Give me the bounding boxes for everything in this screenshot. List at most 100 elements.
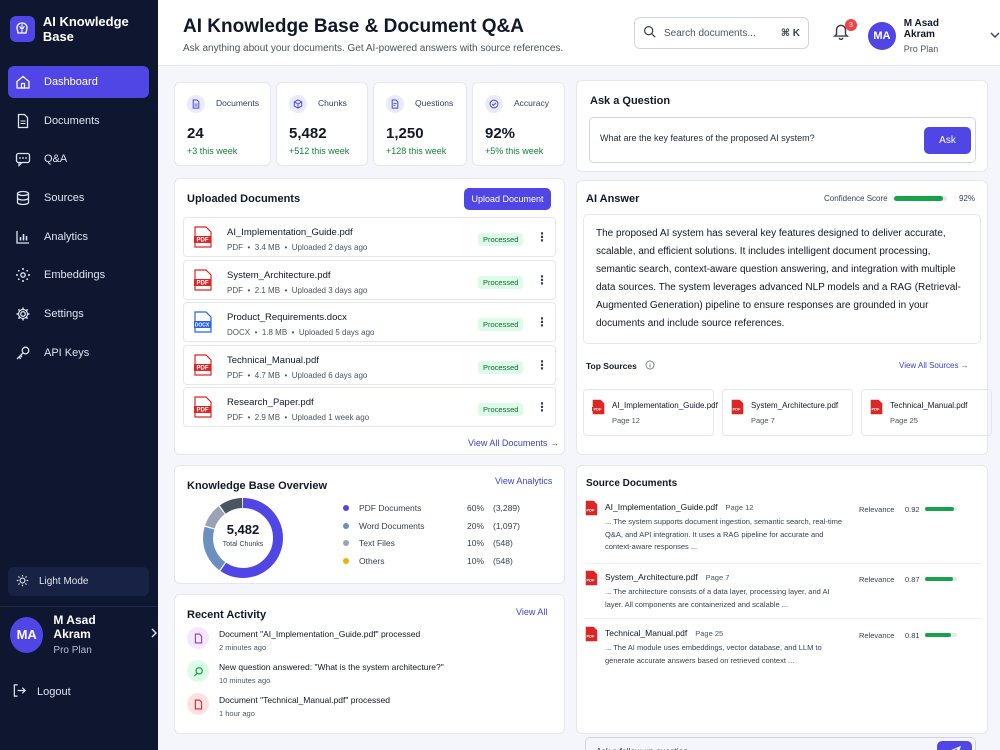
sidebar-item-api-keys[interactable]: API Keys [8,337,149,369]
legend-count: (548) [493,538,513,549]
legend-label: Text Files [359,538,395,549]
notification-count-badge: 3 [845,19,857,31]
followup-question-input[interactable] [596,746,896,750]
view-all-activity-link[interactable]: View All [516,607,547,617]
document-icon [14,112,32,130]
brand[interactable]: AI Knowledge Base [10,14,158,44]
document-row[interactable]: PDF System_Architecture.pdf PDF • 2.1 MB •… [183,259,556,300]
source-card[interactable]: PDF System_Architecture.pdf Page 7 [722,389,853,436]
document-size: 1.8 MB [261,328,288,337]
source-document-page: Page 25 [695,629,724,638]
more-options-icon[interactable]: ⋮ [536,315,548,329]
sidebar-item-documents[interactable]: Documents [8,105,149,137]
sidebar-item-label: Analytics [44,230,89,243]
document-row[interactable]: PDF AI_Implementation_Guide.pdf PDF • 3.4 … [183,217,556,257]
stat-delta: +5% this week [485,146,544,156]
upload-document-button[interactable]: Upload Document [464,188,551,210]
document-size: 3.4 MB [254,243,281,252]
source-document-page: Page 12 [725,503,754,512]
document-row[interactable]: DOCX Product_Requirements.docx DOCX • 1.8 … [183,302,556,342]
svg-text:PDF: PDF [732,407,741,412]
source-snippet: ... The AI module uses embeddings, vecto… [605,643,822,665]
logout-icon [12,683,27,701]
sidebar-item-analytics[interactable]: Analytics [8,221,149,253]
user-plan: Pro Plan [53,645,92,656]
relevance-bar [925,633,957,637]
svg-text:PDF: PDF [586,578,595,583]
svg-text:PDF: PDF [593,407,602,412]
sidebar-item-label: Settings [44,308,84,321]
sidebar-item-label: Embeddings [44,269,106,282]
source-document-row[interactable]: PDF AI_Implementation_Guide.pdf Page 12...… [585,500,981,560]
source-name: Technical_Manual.pdf [890,401,968,410]
sidebar-item-dashboard[interactable]: Dashboard [8,66,149,98]
relevance-value: 0.81 [905,631,920,640]
logout-button[interactable]: Logout [12,683,71,701]
followup-question-bar[interactable] [585,737,976,750]
view-analytics-link[interactable]: View Analytics [495,476,552,486]
sidebar-item-embeddings[interactable]: Embeddings [8,259,149,291]
more-options-icon[interactable]: ⋮ [536,358,548,372]
send-button[interactable] [937,741,972,750]
view-all-sources-link[interactable]: View All Sources → [899,361,969,370]
legend-swatch [343,540,349,547]
logout-label: Logout [37,686,71,698]
uploaded-documents-card: Uploaded Documents Upload Document PDF AI… [174,178,565,455]
document-name: System_Architecture.pdf [227,269,331,281]
document-meta: PDF • 2.9 MB • Uploaded 1 week ago [227,413,369,422]
status-badge: Processed [478,360,524,374]
pdf-file-icon: PDF [870,399,883,415]
more-options-icon[interactable]: ⋮ [536,230,548,244]
pdf-file-icon: PDF [585,626,598,642]
separator-dot: • [250,328,262,337]
source-document-row[interactable]: PDF System_Architecture.pdf Page 7 ... The … [585,570,981,630]
bell-icon [832,24,850,43]
source-name: System_Architecture.pdf [751,401,839,410]
search-bar[interactable]: ⌘ K [634,17,809,49]
source-snippet: ... The system supports document ingesti… [605,517,843,551]
view-all-documents-link[interactable]: View All Documents → [468,438,559,448]
question-doc-icon [386,95,404,113]
source-card[interactable]: PDF Technical_Manual.pdf Page 25 [861,389,992,436]
sidebar-item-settings[interactable]: Settings [8,298,149,330]
legend-swatch [343,505,349,511]
notifications-button[interactable]: 3 [832,19,857,43]
user-name: M Asad Akram [53,613,96,641]
document-icon [187,627,209,649]
chevron-right-icon [150,628,158,641]
divider [585,563,981,564]
sidebar-item-qa[interactable]: Q&A [8,143,149,175]
sidebar-item-label: Sources [44,192,85,205]
relevance-value: 0.92 [905,505,920,514]
stat-value: 1,250 [386,125,424,142]
status-badge: Processed [478,233,524,246]
sidebar-user-profile[interactable]: MA M Asad Akram Pro Plan [0,606,158,662]
light-mode-toggle[interactable]: Light Mode [8,567,149,596]
card-title: Uploaded Documents [187,193,301,205]
document-name: Product_Requirements.docx [227,312,347,323]
question-input[interactable]: What are the key features of the propose… [589,117,976,163]
search-input[interactable] [664,27,764,39]
document-row[interactable]: PDF Technical_Manual.pdf PDF • 4.7 MB • Up… [183,344,556,385]
source-document-name: Technical_Manual.pdf [605,628,688,638]
document-type: PDF [227,243,243,252]
document-name: Technical_Manual.pdf [227,354,319,366]
relevance-bar-fill [925,633,951,637]
sidebar-item-sources[interactable]: Sources [8,182,149,214]
ask-button[interactable]: Ask [924,127,971,154]
more-options-icon[interactable]: ⋮ [536,273,548,287]
check-circle-icon [485,95,503,113]
legend-swatch [343,522,349,529]
document-row[interactable]: PDF Research_Paper.pdf PDF • 2.9 MB • Uplo… [183,387,556,427]
user-plan: Pro Plan [903,44,939,54]
header-user-menu[interactable]: MA M Asad Akram Pro Plan [868,18,1000,54]
document-name: AI_Implementation_Guide.pdf [227,227,353,238]
more-options-icon[interactable]: ⋮ [536,400,548,414]
source-document-row[interactable]: PDF Technical_Manual.pdf Page 25 ... The AI… [585,626,981,686]
stat-label: Chunks [318,98,347,108]
sidebar: AI Knowledge Base Dashboard Documents Q&… [0,0,158,750]
svg-text:PDF: PDF [197,365,209,371]
source-card[interactable]: PDF AI_Implementation_Guide.pdf Page 12 [583,389,718,436]
separator-dot: • [243,285,255,295]
source-document-title: System_Architecture.pdf Page 7 [605,572,729,582]
